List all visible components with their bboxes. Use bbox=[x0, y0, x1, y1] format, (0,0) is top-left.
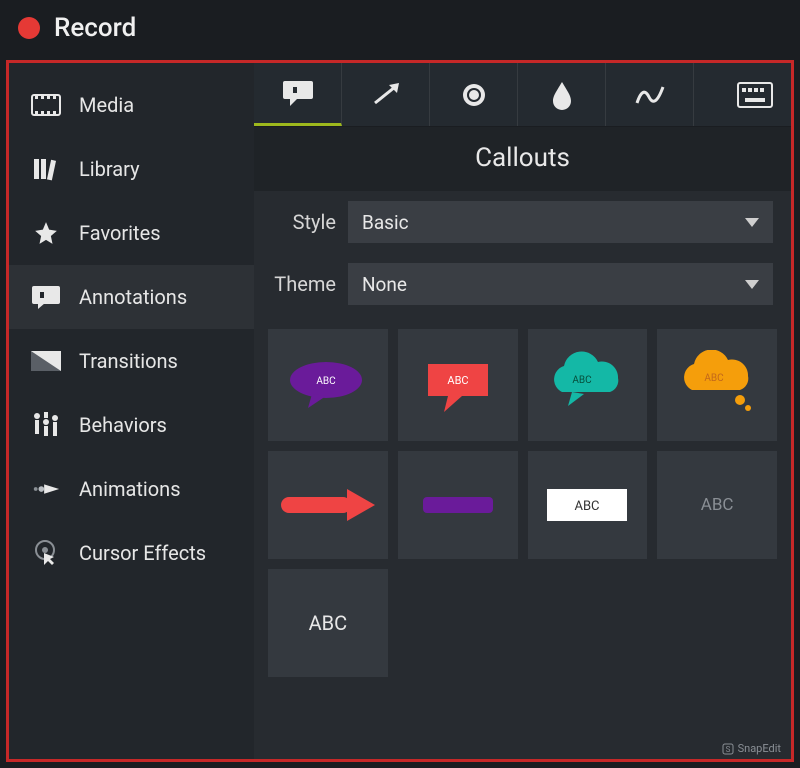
sidebar-item-favorites[interactable]: Favorites bbox=[9, 201, 254, 265]
theme-dropdown[interactable]: None bbox=[348, 263, 773, 305]
callout-tile-thought-cloud[interactable]: ABC bbox=[657, 329, 777, 441]
sidebar-item-cursor-effects[interactable]: Cursor Effects bbox=[9, 521, 254, 585]
callout-tile-arrow[interactable] bbox=[268, 451, 388, 559]
sidebar-item-label: Media bbox=[79, 93, 134, 117]
watermark: S SnapEdit bbox=[722, 742, 781, 755]
sidebar-item-label: Library bbox=[79, 157, 140, 181]
style-value: Basic bbox=[362, 211, 409, 234]
callout-tile-text-dim[interactable]: ABC bbox=[657, 451, 777, 559]
record-icon[interactable] bbox=[18, 17, 40, 39]
annotation-type-tabs bbox=[254, 63, 791, 127]
sidebar-item-label: Transitions bbox=[79, 349, 178, 373]
animations-icon bbox=[31, 477, 61, 501]
main-frame: Media Library Favorites Annotations Tran bbox=[6, 60, 794, 762]
sidebar-item-media[interactable]: Media bbox=[9, 73, 254, 137]
theme-row: Theme None bbox=[254, 253, 791, 315]
film-icon bbox=[31, 93, 61, 117]
theme-value: None bbox=[362, 273, 407, 296]
annotation-callout-icon bbox=[31, 285, 61, 309]
sidebar: Media Library Favorites Annotations Tran bbox=[9, 63, 254, 759]
svg-text:ABC: ABC bbox=[704, 373, 724, 384]
callout-tile-speech-rect[interactable]: ABC bbox=[398, 329, 518, 441]
chevron-down-icon bbox=[745, 218, 759, 227]
panel-title: Callouts bbox=[254, 127, 791, 191]
callout-tile-bar[interactable] bbox=[398, 451, 518, 559]
tab-sketch[interactable] bbox=[606, 63, 694, 126]
sidebar-item-library[interactable]: Library bbox=[9, 137, 254, 201]
style-label: Style bbox=[272, 210, 336, 234]
tab-callout[interactable] bbox=[254, 63, 342, 126]
svg-text:ABC: ABC bbox=[316, 376, 336, 387]
sidebar-item-animations[interactable]: Animations bbox=[9, 457, 254, 521]
callout-tile-rect-label[interactable]: ABC bbox=[528, 451, 648, 559]
topbar: Record bbox=[0, 0, 800, 56]
books-icon bbox=[31, 157, 61, 181]
tile-text: ABC bbox=[701, 495, 734, 515]
sidebar-item-annotations[interactable]: Annotations bbox=[9, 265, 254, 329]
sidebar-item-label: Favorites bbox=[79, 221, 161, 245]
callout-tile-speech-oval[interactable]: ABC bbox=[268, 329, 388, 441]
behaviors-icon bbox=[31, 413, 61, 437]
main-panel: Callouts Style Basic Theme None ABC bbox=[254, 63, 791, 759]
sidebar-item-label: Annotations bbox=[79, 285, 187, 309]
svg-text:ABC: ABC bbox=[573, 375, 593, 386]
sidebar-item-behaviors[interactable]: Behaviors bbox=[9, 393, 254, 457]
style-row: Style Basic bbox=[254, 191, 791, 253]
callout-tile-text[interactable]: ABC bbox=[268, 569, 388, 677]
callout-tile-cloud[interactable]: ABC bbox=[528, 329, 648, 441]
theme-label: Theme bbox=[272, 272, 336, 296]
star-icon bbox=[31, 221, 61, 245]
svg-text:ABC: ABC bbox=[575, 499, 600, 514]
tab-keyboard[interactable] bbox=[694, 63, 791, 126]
callout-grid: ABC ABC ABC bbox=[254, 315, 791, 691]
sidebar-item-transitions[interactable]: Transitions bbox=[9, 329, 254, 393]
tab-shape[interactable] bbox=[430, 63, 518, 126]
transitions-icon bbox=[31, 349, 61, 373]
svg-text:S: S bbox=[725, 745, 730, 754]
record-label[interactable]: Record bbox=[54, 13, 136, 43]
chevron-down-icon bbox=[745, 280, 759, 289]
style-dropdown[interactable]: Basic bbox=[348, 201, 773, 243]
sidebar-item-label: Cursor Effects bbox=[79, 541, 206, 565]
tile-text: ABC bbox=[309, 611, 348, 635]
cursor-effects-icon bbox=[31, 541, 61, 565]
tab-blur[interactable] bbox=[518, 63, 606, 126]
tab-arrow[interactable] bbox=[342, 63, 430, 126]
sidebar-item-label: Animations bbox=[79, 477, 181, 501]
svg-text:ABC: ABC bbox=[447, 374, 468, 387]
sidebar-item-label: Behaviors bbox=[79, 413, 167, 437]
